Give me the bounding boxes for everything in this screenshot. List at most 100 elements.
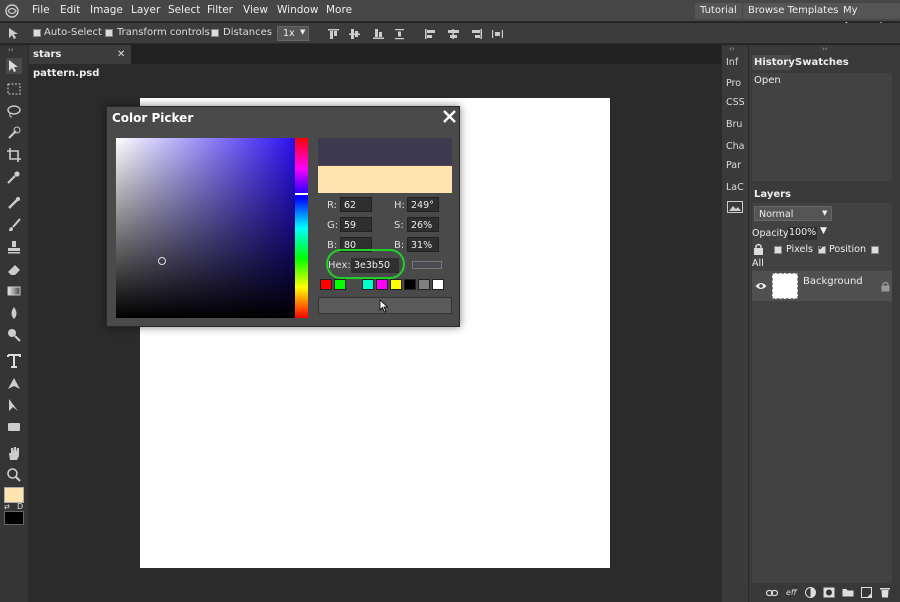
collapse-icon[interactable]: ›‹ <box>8 46 14 54</box>
eye-icon[interactable] <box>755 282 767 290</box>
foreground-color-swatch[interactable] <box>4 487 24 503</box>
distribute-horizontal-icon[interactable] <box>491 28 504 40</box>
swap-colors-icon[interactable]: ⇄ <box>4 503 10 511</box>
preset-swatch-yellow[interactable] <box>390 279 402 290</box>
blend-mode-select[interactable]: Normal ▼ <box>754 206 832 221</box>
align-center-icon[interactable] <box>447 28 460 40</box>
layer-mask-icon[interactable] <box>823 587 835 598</box>
opacity-field[interactable]: 100% <box>788 227 817 240</box>
dock-layer-comps[interactable]: LaC <box>726 182 744 193</box>
brightness-field[interactable]: 31% <box>407 237 439 252</box>
brush-tool-icon[interactable] <box>6 217 22 233</box>
default-colors-icon[interactable]: D <box>17 502 23 511</box>
distances-checkbox[interactable] <box>211 29 219 37</box>
tab-layers[interactable]: Layers <box>754 189 791 200</box>
preset-swatch-black[interactable] <box>404 279 416 290</box>
menu-filter[interactable]: Filter <box>207 4 233 16</box>
pen-tool-icon[interactable] <box>6 375 22 391</box>
menu-image[interactable]: Image <box>90 4 123 16</box>
color-marker[interactable] <box>158 257 166 265</box>
hue-slider[interactable] <box>295 138 308 318</box>
layer-row[interactable]: Background <box>752 271 892 301</box>
tab-swatches[interactable]: Swatches <box>795 57 849 68</box>
quick-selection-tool-icon[interactable] <box>6 125 22 141</box>
r-field[interactable]: 62 <box>340 197 372 212</box>
saturation-brightness-area[interactable] <box>116 138 295 318</box>
align-right-icon[interactable] <box>470 28 483 40</box>
dock-properties[interactable]: Pro <box>726 78 741 89</box>
old-color-preview[interactable] <box>318 166 452 193</box>
background-color-swatch[interactable] <box>4 511 24 525</box>
layer-effects-icon[interactable]: eff <box>786 588 797 597</box>
close-icon[interactable] <box>442 109 457 124</box>
transform-controls-checkbox[interactable] <box>105 29 113 37</box>
expand-icon[interactable]: ‹› <box>729 45 735 53</box>
clone-stamp-tool-icon[interactable] <box>6 239 22 255</box>
menu-view[interactable]: View <box>243 4 268 16</box>
gradient-tool-icon[interactable] <box>6 283 22 299</box>
g-field[interactable]: 59 <box>340 217 372 232</box>
image-icon[interactable] <box>727 201 743 213</box>
adjustment-layer-icon[interactable] <box>805 587 816 598</box>
lock-pixels-checkbox[interactable] <box>774 246 782 254</box>
preset-swatch-cyan[interactable] <box>362 279 374 290</box>
tutorial-button[interactable]: Tutorial <box>695 3 742 19</box>
zoom-select[interactable]: 1x ▼ <box>277 26 309 41</box>
my-account-button[interactable]: My Account <box>838 3 900 32</box>
lock-all-checkbox[interactable] <box>871 246 879 254</box>
preset-swatch-red[interactable] <box>320 279 332 290</box>
menu-edit[interactable]: Edit <box>60 4 80 16</box>
hand-tool-icon[interactable] <box>6 445 22 461</box>
app-logo-icon[interactable] <box>5 4 19 18</box>
dock-paragraph[interactable]: Par <box>726 160 741 171</box>
preset-swatch-gray[interactable] <box>418 279 430 290</box>
align-bottom-icon[interactable] <box>372 28 385 40</box>
menu-select[interactable]: Select <box>168 4 200 16</box>
align-top-icon[interactable] <box>327 28 340 40</box>
spot-healing-tool-icon[interactable] <box>6 195 22 211</box>
dodge-tool-icon[interactable] <box>6 327 22 343</box>
history-entry[interactable]: Open <box>754 75 781 86</box>
dock-info[interactable]: Inf <box>726 57 738 68</box>
new-group-icon[interactable] <box>842 588 854 597</box>
preset-swatch-magenta[interactable] <box>376 279 388 290</box>
type-tool-icon[interactable] <box>6 353 22 369</box>
shape-tool-icon[interactable] <box>6 419 22 435</box>
preset-swatch-white[interactable] <box>432 279 444 290</box>
eyedropper-tool-icon[interactable] <box>6 169 22 185</box>
new-layer-icon[interactable] <box>861 587 872 598</box>
chevron-down-icon[interactable]: ▼ <box>820 226 827 236</box>
dock-brush[interactable]: Bru <box>726 119 742 130</box>
align-left-icon[interactable] <box>424 28 437 40</box>
move-tool-icon[interactable] <box>6 58 22 74</box>
link-layers-icon[interactable] <box>766 589 778 597</box>
collapse-panels-icon[interactable]: ›‹ <box>822 45 828 53</box>
path-selection-tool-icon[interactable] <box>6 397 22 413</box>
hue-marker[interactable] <box>295 193 308 195</box>
menu-more[interactable]: More <box>326 4 352 16</box>
close-tab-icon[interactable]: ✕ <box>117 45 125 64</box>
eraser-tool-icon[interactable] <box>6 261 22 277</box>
menu-window[interactable]: Window <box>277 4 318 16</box>
marquee-tool-icon[interactable] <box>6 81 22 97</box>
blur-tool-icon[interactable] <box>6 305 22 321</box>
layer-name[interactable]: Background <box>803 276 863 287</box>
menu-layer[interactable]: Layer <box>131 4 160 16</box>
distribute-vertical-icon[interactable] <box>393 28 406 40</box>
web-safe-toggle[interactable] <box>412 261 442 269</box>
s-field[interactable]: 26% <box>407 217 439 232</box>
dock-character[interactable]: Cha <box>726 141 744 152</box>
crop-tool-icon[interactable] <box>6 147 22 163</box>
zoom-tool-icon[interactable] <box>6 467 22 483</box>
browse-templates-button[interactable]: Browse Templates <box>743 3 844 19</box>
preset-swatch-green[interactable] <box>334 279 346 290</box>
dock-css[interactable]: CSS <box>726 97 745 108</box>
tab-history[interactable]: History <box>754 57 795 68</box>
lasso-tool-icon[interactable] <box>6 103 22 119</box>
auto-select-checkbox[interactable] <box>33 29 41 37</box>
h-field[interactable]: 249° <box>407 197 439 212</box>
menu-file[interactable]: File <box>32 4 50 16</box>
align-middle-icon[interactable] <box>348 28 361 40</box>
delete-layer-icon[interactable] <box>880 587 890 598</box>
document-tab[interactable]: stars pattern.psd ✕ <box>29 45 131 79</box>
